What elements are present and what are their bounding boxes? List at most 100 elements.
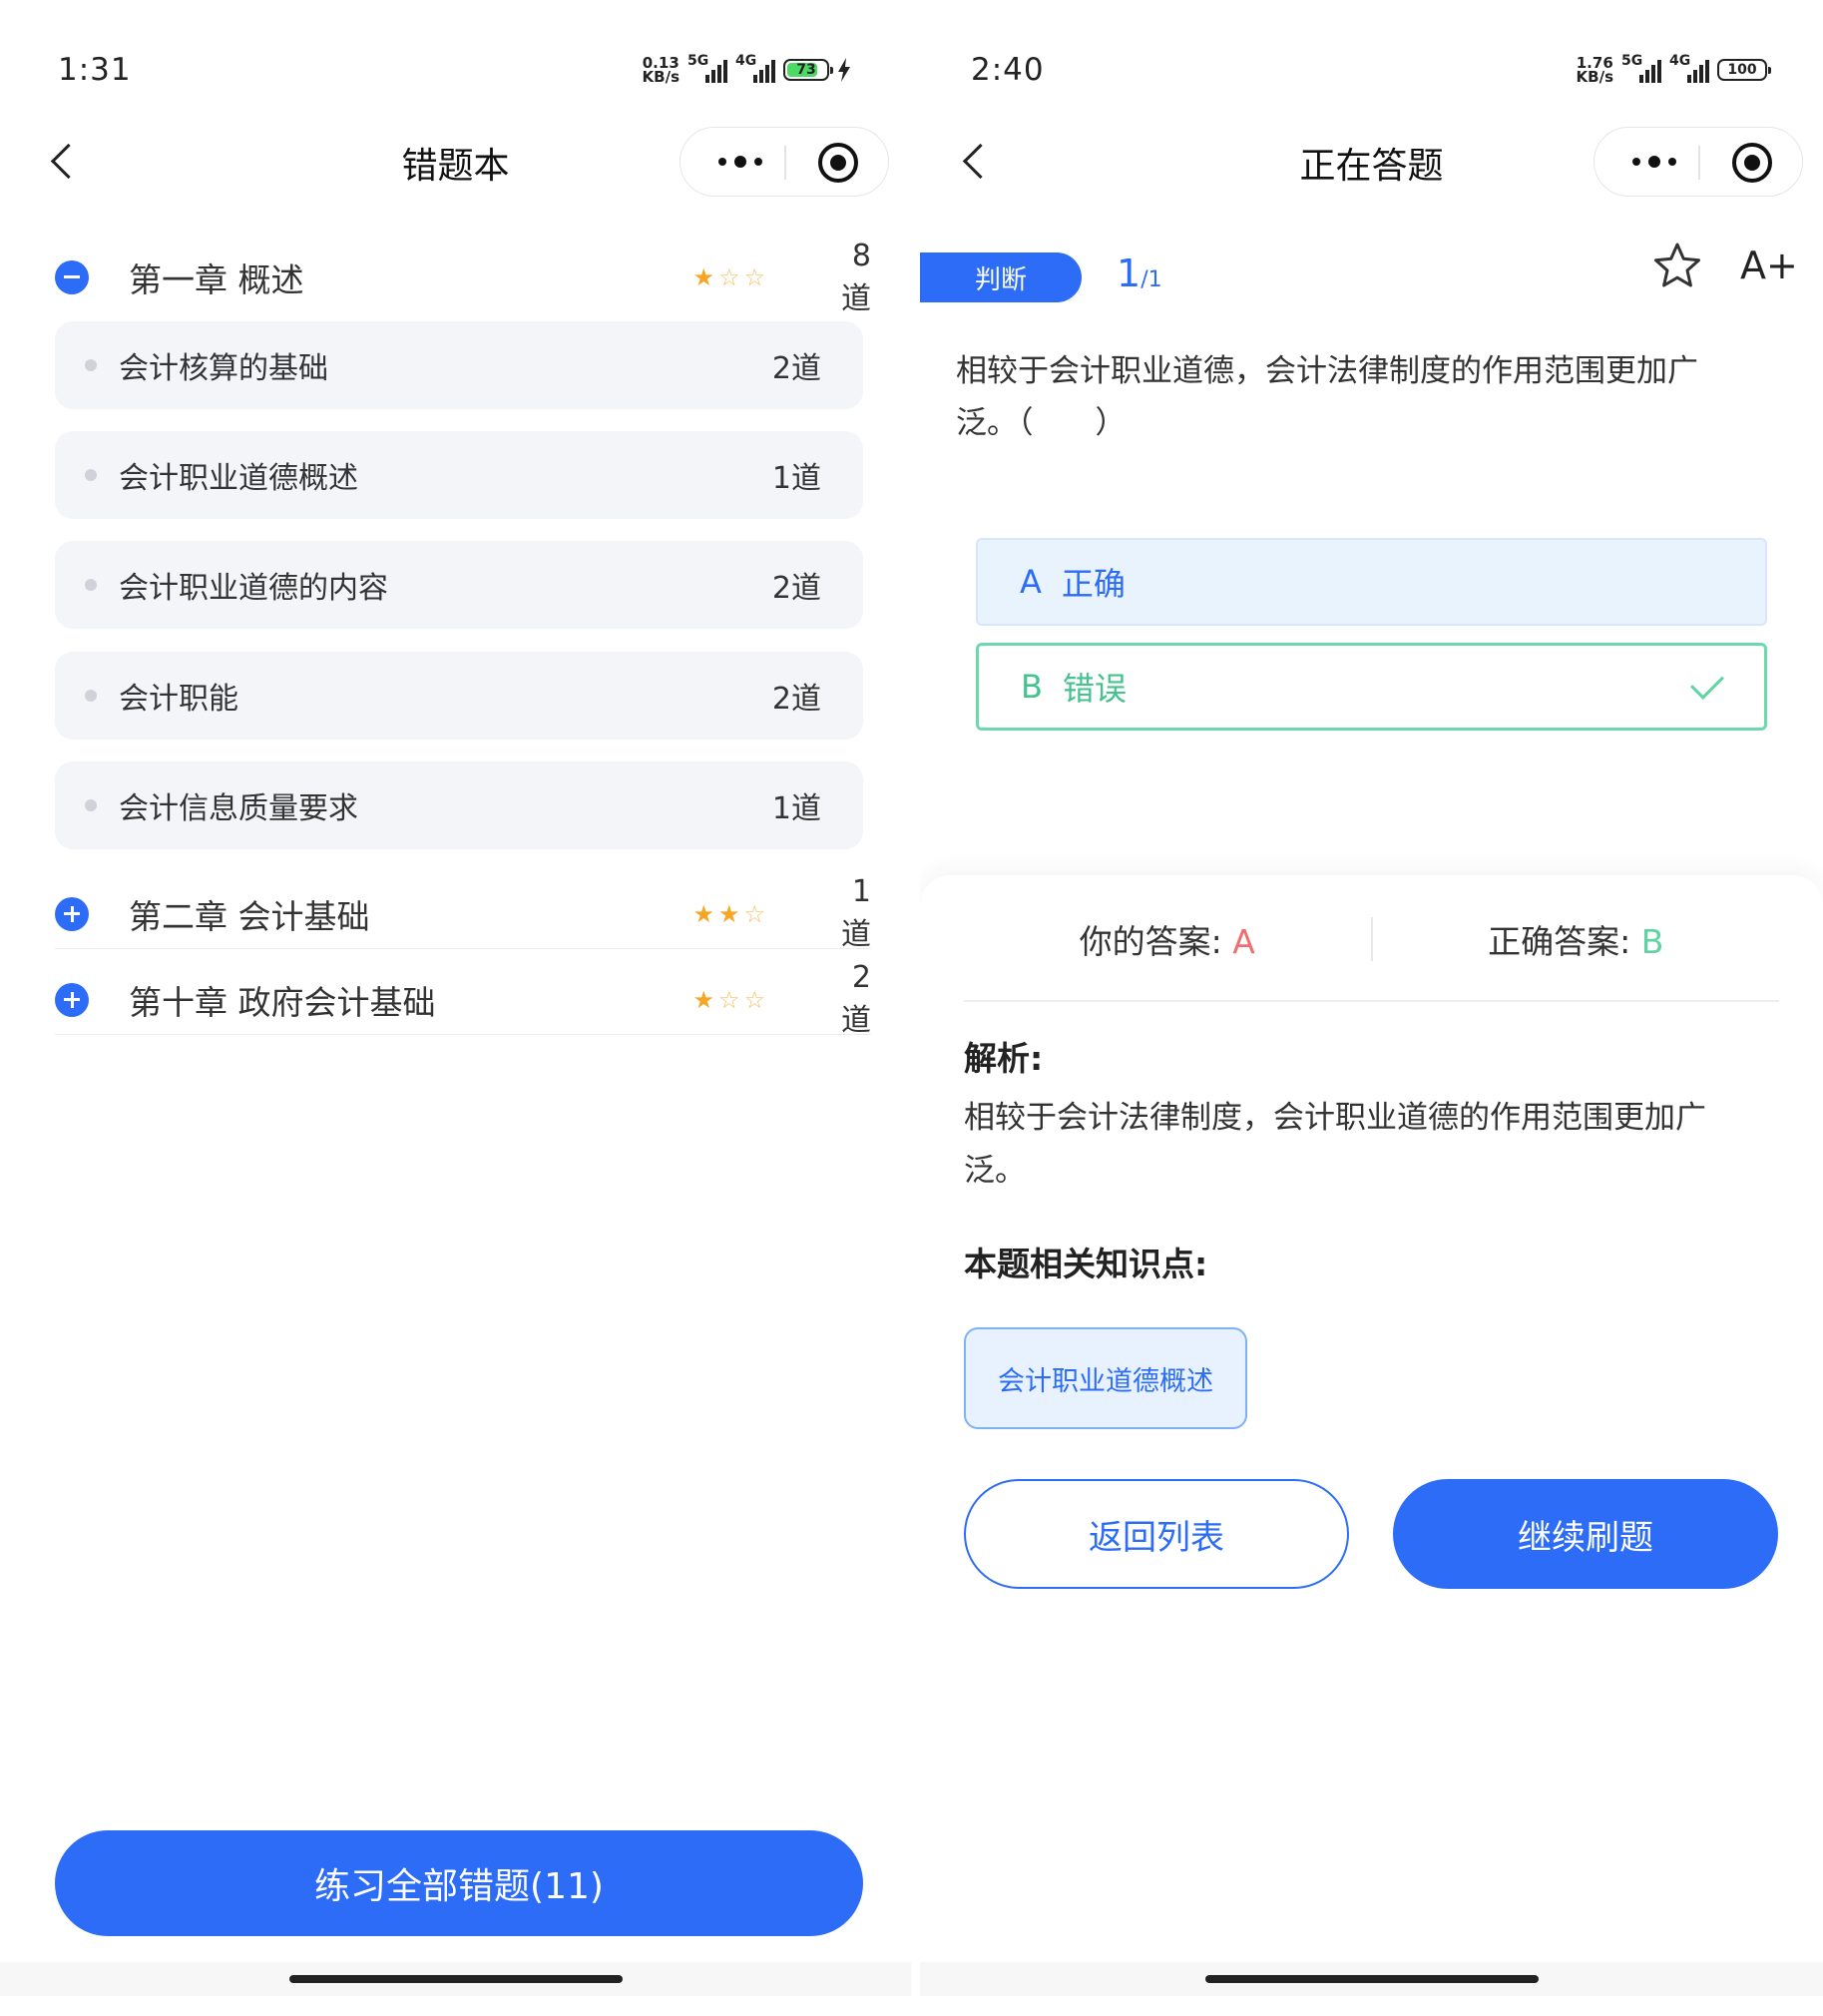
status-icons: 0.13 KB/s 5G 4G 73 xyxy=(642,53,851,86)
correct-answer-value: B xyxy=(1640,922,1664,961)
option-key: A xyxy=(1020,563,1042,601)
signal-4g-label: 4G xyxy=(1669,53,1691,69)
star-empty-icon: ☆ xyxy=(717,985,740,1014)
difficulty-stars: ★ ☆ ☆ xyxy=(692,265,765,289)
signal-4g-label: 4G xyxy=(735,53,757,69)
signal-5g-label: 5G xyxy=(1621,53,1643,69)
battery-level: 100 xyxy=(1727,62,1757,78)
practice-all-button[interactable]: 练习全部错题(11) xyxy=(55,1830,863,1936)
correct-answer-label: 正确答案: xyxy=(1488,922,1631,961)
subitem-count: 2道 xyxy=(771,351,821,386)
network-speed-unit: KB/s xyxy=(642,68,680,86)
status-bar: 1:31 0.13 KB/s 5G 4G 73 xyxy=(0,48,911,98)
collapse-icon[interactable] xyxy=(55,260,89,294)
bullet-icon xyxy=(85,799,97,811)
battery-icon: 100 xyxy=(1717,59,1771,81)
chapter-row[interactable]: 第十章 政府会计基础 ★ ☆ ☆ 2道 xyxy=(55,960,871,1038)
status-icons: 1.76 KB/s 5G 4G 100 xyxy=(1576,53,1771,86)
bullet-icon xyxy=(85,359,97,371)
signal-5g-label: 5G xyxy=(687,53,709,69)
analysis-text: 相较于会计法律制度，会计职业道德的作用范围更加广泛。 xyxy=(964,1100,1706,1189)
correct-answer: 正确答案: B xyxy=(1373,915,1780,963)
progress-current: 1 xyxy=(1117,252,1141,295)
status-time: 1:31 xyxy=(58,52,132,88)
wrong-questions-screen: 1:31 0.13 KB/s 5G 4G 73 错题本 第一章 概述 ★ ☆ ☆… xyxy=(0,0,911,2016)
chapter-title: 第一章 概述 xyxy=(129,260,304,299)
subitem-label: 会计核算的基础 xyxy=(119,351,328,386)
more-icon[interactable] xyxy=(710,150,770,174)
knowledge-tag[interactable]: 会计职业道德概述 xyxy=(964,1327,1247,1429)
star-filled-icon: ★ xyxy=(692,899,714,928)
charging-icon xyxy=(838,58,850,82)
star-filled-icon: ★ xyxy=(692,985,714,1014)
chapter-title: 第十章 政府会计基础 xyxy=(129,982,436,1022)
continue-practice-button[interactable]: 继续刷题 xyxy=(1393,1479,1778,1589)
star-empty-icon: ☆ xyxy=(743,263,765,291)
option-text: 错误 xyxy=(1062,670,1127,708)
nav-bar: 错题本 xyxy=(0,125,911,197)
subitem-count: 1道 xyxy=(771,461,821,496)
bullet-icon xyxy=(85,690,97,702)
question-type-badge: 判断 xyxy=(920,252,1082,302)
question-progress: 1/1 xyxy=(1117,252,1162,295)
nav-bar: 正在答题 xyxy=(920,125,1823,197)
status-time: 2:40 xyxy=(971,52,1045,88)
star-empty-icon: ☆ xyxy=(743,899,765,928)
option-b[interactable]: B 错误 xyxy=(976,643,1767,731)
close-mini-program-icon[interactable] xyxy=(1732,143,1772,183)
option-a[interactable]: A 正确 xyxy=(976,538,1767,626)
subitem-label: 会计职能 xyxy=(119,682,238,717)
network-speed-unit: KB/s xyxy=(1576,68,1613,86)
subitem-row[interactable]: 会计职业道德概述 1道 xyxy=(55,431,863,519)
question-text: 相较于会计职业道德，会计法律制度的作用范围更加广泛。（ ） xyxy=(956,353,1698,441)
answering-screen: 2:40 1.76 KB/s 5G 4G 100 正在答题 判断 1/1 A+ … xyxy=(920,0,1823,2016)
your-answer-value: A xyxy=(1232,922,1255,961)
subitem-count: 2道 xyxy=(771,571,821,606)
star-empty-icon: ☆ xyxy=(743,985,765,1014)
expand-icon[interactable] xyxy=(55,982,89,1017)
star-filled-icon: ★ xyxy=(692,263,714,291)
chapter-count: 2道 xyxy=(841,960,871,1038)
font-size-button[interactable]: A+ xyxy=(1740,244,1798,287)
your-answer: 你的答案: A xyxy=(964,915,1371,963)
progress-total: /1 xyxy=(1140,267,1162,292)
status-bar: 2:40 1.76 KB/s 5G 4G 100 xyxy=(920,48,1823,98)
subitem-count: 2道 xyxy=(771,682,821,717)
signal-5g-icon: 5G xyxy=(687,53,727,83)
signal-4g-icon: 4G xyxy=(1669,53,1709,83)
bullet-icon xyxy=(85,579,97,591)
check-icon xyxy=(1690,666,1724,700)
analysis-title: 解析: xyxy=(964,1039,1044,1078)
subitem-row[interactable]: 会计核算的基础 2道 xyxy=(55,321,863,409)
battery-level: 73 xyxy=(796,62,816,78)
knowledge-title: 本题相关知识点: xyxy=(964,1245,1208,1283)
battery-icon: 73 xyxy=(783,59,833,81)
network-speed: 0.13 KB/s xyxy=(642,56,680,86)
star-empty-icon: ☆ xyxy=(717,263,740,291)
chapter-row[interactable]: 第二章 会计基础 ★ ★ ☆ 1道 xyxy=(55,874,871,952)
expand-icon[interactable] xyxy=(55,896,89,931)
chapter-title: 第二章 会计基础 xyxy=(129,896,370,936)
difficulty-stars: ★ ★ ☆ xyxy=(692,902,765,926)
mini-program-capsule xyxy=(1594,127,1803,197)
back-to-list-button[interactable]: 返回列表 xyxy=(964,1479,1349,1589)
answer-summary: 你的答案: A 正确答案: B xyxy=(964,878,1779,1002)
chapter-count: 8道 xyxy=(841,238,871,316)
option-key: B xyxy=(1021,668,1043,706)
signal-5g-icon: 5G xyxy=(1621,53,1661,83)
subitem-label: 会计信息质量要求 xyxy=(119,791,358,826)
more-icon[interactable] xyxy=(1624,150,1684,174)
subitem-row[interactable]: 会计职业道德的内容 2道 xyxy=(55,541,863,629)
subitem-label: 会计职业道德概述 xyxy=(119,461,358,496)
subitem-count: 1道 xyxy=(771,791,821,826)
close-mini-program-icon[interactable] xyxy=(818,143,858,183)
subitem-row[interactable]: 会计职能 2道 xyxy=(55,652,863,740)
home-indicator xyxy=(0,1962,911,1996)
signal-4g-icon: 4G xyxy=(735,53,775,83)
option-text: 正确 xyxy=(1061,565,1126,603)
star-filled-icon: ★ xyxy=(717,899,740,928)
chapter-row[interactable]: 第一章 概述 ★ ☆ ☆ 8道 xyxy=(55,239,871,316)
favorite-star-icon[interactable] xyxy=(1650,240,1704,293)
subitem-row[interactable]: 会计信息质量要求 1道 xyxy=(55,761,863,849)
subitem-label: 会计职业道德的内容 xyxy=(119,571,388,606)
